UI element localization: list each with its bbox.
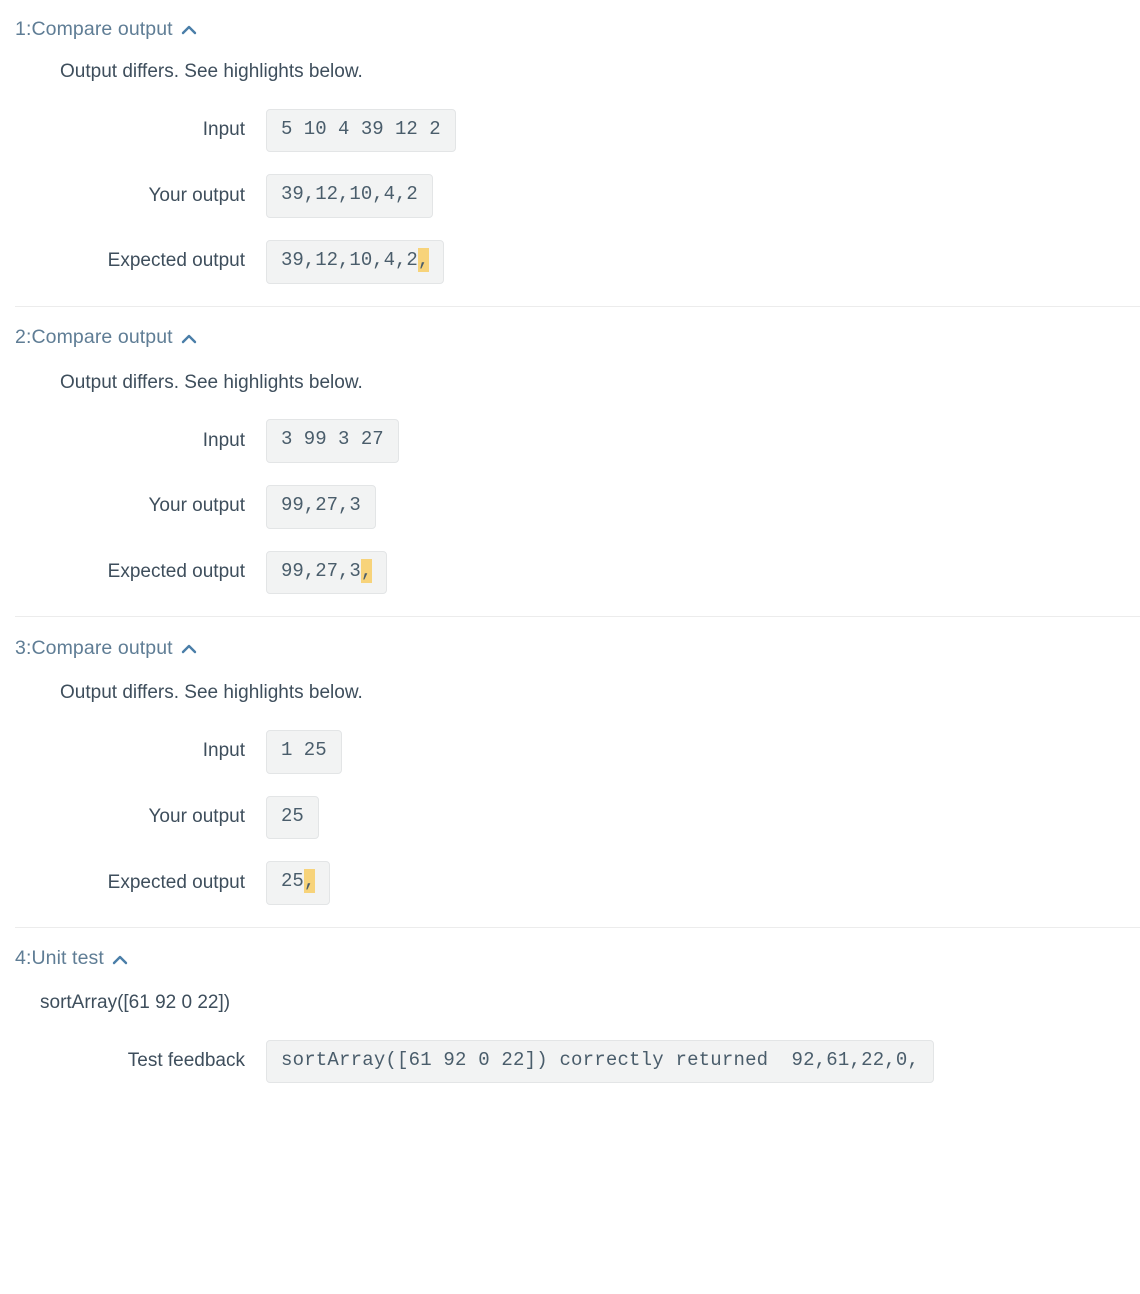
section-header-4[interactable]: 4:Unit test (0, 944, 1140, 974)
test-section-1: 1:Compare output Output differs. See hig… (0, 14, 1140, 284)
expected-output-row-2: Expected output 99,27,3, (0, 550, 1140, 595)
your-output-row-1: Your output 39,12,10,4,2 (0, 174, 1140, 218)
section-body-2: Output differs. See highlights below. In… (0, 353, 1140, 595)
your-output-row-3: Your output 25 (0, 795, 1140, 840)
input-value-3: 1 25 (266, 729, 342, 774)
expected-output-value-3: 25, (266, 861, 331, 905)
section-body-3: Output differs. See highlights below. In… (0, 663, 1140, 905)
section-divider-3 (15, 926, 1140, 928)
your-output-value-3: 25 (266, 795, 319, 840)
test-results-panel: 1:Compare output Output differs. See hig… (0, 0, 1140, 1105)
section-body-4: sortArray([61 92 0 22]) Test feedback so… (0, 974, 1140, 1084)
section-title-3: 3:Compare output (15, 636, 173, 659)
your-output-value-1: 39,12,10,4,2 (266, 174, 433, 218)
expected-output-text-1: 39,12,10,4,2 (281, 248, 418, 271)
expected-output-value-2: 99,27,3, (266, 550, 388, 595)
input-row-1: Input 5 10 4 39 12 2 (0, 108, 1140, 153)
expected-output-label-1: Expected output (107, 250, 245, 272)
section-header-3[interactable]: 3:Compare output (0, 633, 1140, 663)
output-differs-message-3: Output differs. See highlights below. (60, 682, 363, 704)
bottom-spacer (0, 1093, 1140, 1105)
output-differs-message-1: Output differs. See highlights below. (60, 61, 363, 82)
test-section-3: 3:Compare output Output differs. See hig… (0, 633, 1140, 905)
expected-output-row-1: Expected output 39,12,10,4,2, (0, 239, 1140, 284)
output-differs-message-2: Output differs. See highlights below. (60, 371, 363, 393)
your-output-value-2: 99,27,3 (266, 484, 376, 529)
expected-output-value-1: 39,12,10,4,2, (266, 239, 445, 284)
expected-output-highlight-1: , (417, 247, 430, 272)
expected-output-highlight-3: , (303, 869, 316, 894)
expected-output-highlight-2: , (360, 558, 373, 583)
section-title-4: 4:Unit test (15, 947, 104, 970)
your-output-label-2: Your output (148, 495, 246, 517)
expected-output-row-3: Expected output 25, (0, 861, 1140, 905)
chevron-up-icon[interactable] (181, 333, 197, 345)
expected-output-text-2: 99,27,3 (281, 559, 361, 582)
your-output-label-3: Your output (148, 805, 246, 827)
chevron-up-icon[interactable] (181, 24, 197, 36)
section-divider-2 (15, 616, 1140, 618)
test-feedback-value: sortArray([61 92 0 22]) correctly return… (266, 1039, 935, 1084)
test-feedback-row: Test feedback sortArray([61 92 0 22]) co… (0, 1039, 1140, 1084)
test-section-4-unit-test: 4:Unit test sortArray([61 92 0 22]) Test… (0, 944, 1140, 1106)
expected-output-label-2: Expected output (107, 561, 245, 582)
input-label-1: Input (202, 119, 245, 141)
input-row-2: Input 3 99 3 27 (0, 419, 1140, 463)
section-divider-1 (15, 305, 1140, 307)
section-header-2[interactable]: 2:Compare output (0, 323, 1140, 353)
chevron-up-icon[interactable] (181, 643, 197, 655)
your-output-label-1: Your output (148, 184, 246, 206)
test-section-2: 2:Compare output Output differs. See hig… (0, 323, 1140, 595)
section-title-1: 1:Compare output (15, 17, 173, 40)
your-output-row-2: Your output 99,27,3 (0, 484, 1140, 529)
input-label-3: Input (202, 740, 245, 762)
input-label-2: Input (202, 429, 245, 451)
test-feedback-label: Test feedback (127, 1050, 245, 1072)
chevron-up-icon[interactable] (112, 954, 128, 966)
section-header-1[interactable]: 1:Compare output (0, 14, 1140, 44)
section-title-2: 2:Compare output (15, 326, 173, 349)
input-value-1: 5 10 4 39 12 2 (266, 108, 456, 153)
section-body-1: Output differs. See highlights below. In… (0, 44, 1140, 284)
expected-output-label-3: Expected output (107, 871, 245, 893)
input-value-2: 3 99 3 27 (266, 419, 399, 463)
unit-test-call: sortArray([61 92 0 22]) (40, 991, 231, 1013)
input-row-3: Input 1 25 (0, 729, 1140, 774)
expected-output-text-3: 25 (281, 870, 304, 893)
